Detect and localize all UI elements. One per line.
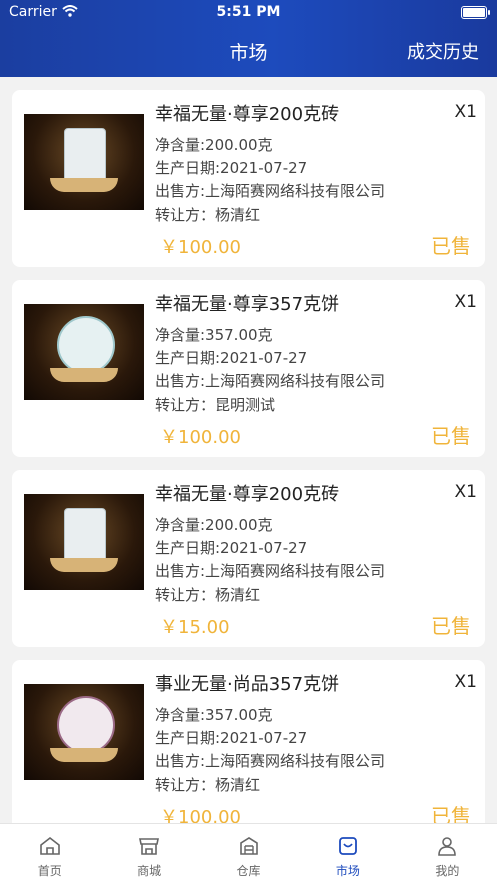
net-weight: 净含量:357.00克: [155, 706, 273, 724]
market-icon: [339, 837, 357, 855]
tab-label: 商城: [137, 864, 162, 878]
status-bar: Carrier 5:51 PM: [0, 4, 497, 22]
transferor: 转让方：杨清红: [155, 586, 261, 604]
tab-label: 仓库: [236, 864, 261, 878]
trade-history-button[interactable]: 成交历史: [407, 38, 479, 64]
production-date: 生产日期:2021-07-27: [155, 539, 308, 557]
top-bar: Carrier 5:51 PM 市场 成交历史: [0, 0, 497, 77]
transferor: 转让方：昆明测试: [155, 396, 276, 414]
product-name: 幸福无量·尊享200克砖: [155, 104, 340, 125]
tea-cake-image: [24, 684, 144, 780]
seller: 出售方:上海陌赛网络科技有限公司: [155, 752, 386, 770]
tab-warehouse[interactable]: 仓库: [199, 824, 298, 883]
market-list: 幸福无量·尊享200克砖 X1 净含量:200.00克 生产日期:2021-07…: [12, 90, 485, 850]
net-weight: 净含量:200.00克: [155, 516, 273, 534]
warehouse-icon: [239, 837, 258, 855]
list-item[interactable]: 幸福无量·尊享357克饼 X1 净含量:357.00克 生产日期:2021-07…: [12, 280, 485, 457]
tab-market[interactable]: 市场: [298, 824, 397, 883]
price: ￥100.00: [160, 427, 241, 448]
tab-home[interactable]: 首页: [0, 824, 99, 883]
shop-icon: [139, 838, 160, 855]
tab-label: 市场: [335, 864, 360, 878]
quantity: X1: [454, 482, 477, 502]
status-badge: 已售: [431, 424, 471, 448]
transferor: 转让方：杨清红: [155, 776, 261, 794]
price: ￥15.00: [160, 617, 230, 638]
product-name: 事业无量·尚品357克饼: [155, 674, 340, 695]
tab-label: 我的: [435, 864, 460, 878]
list-item[interactable]: 幸福无量·尊享200克砖 X1 净含量:200.00克 生产日期:2021-07…: [12, 90, 485, 267]
seller: 出售方:上海陌赛网络科技有限公司: [155, 562, 386, 580]
tea-cake-image: [24, 304, 144, 400]
tab-label: 首页: [37, 864, 62, 878]
status-badge: 已售: [431, 234, 471, 258]
seller: 出售方:上海陌赛网络科技有限公司: [155, 372, 386, 390]
list-item[interactable]: 事业无量·尚品357克饼 X1 净含量:357.00克 生产日期:2021-07…: [12, 660, 485, 837]
home-icon: [39, 836, 60, 855]
tab-profile[interactable]: 我的: [398, 824, 497, 883]
tea-brick-image: [24, 114, 144, 210]
user-icon: [438, 837, 457, 856]
status-time: 5:51 PM: [216, 4, 281, 20]
tab-bar: 首页 商城 仓库 市场 我的: [0, 823, 497, 883]
production-date: 生产日期:2021-07-27: [155, 159, 308, 177]
transferor: 转让方：杨清红: [155, 206, 261, 224]
quantity: X1: [454, 672, 477, 692]
list-item[interactable]: 幸福无量·尊享200克砖 X1 净含量:200.00克 生产日期:2021-07…: [12, 470, 485, 647]
product-name: 幸福无量·尊享357克饼: [155, 294, 340, 315]
tea-brick-image: [24, 494, 144, 590]
net-weight: 净含量:200.00克: [155, 136, 273, 154]
quantity: X1: [454, 292, 477, 312]
price: ￥100.00: [160, 237, 241, 258]
quantity: X1: [454, 102, 477, 122]
production-date: 生产日期:2021-07-27: [155, 349, 308, 367]
production-date: 生产日期:2021-07-27: [155, 729, 308, 747]
battery-icon: [461, 6, 490, 19]
status-badge: 已售: [431, 614, 471, 638]
tab-shop[interactable]: 商城: [99, 824, 198, 883]
net-weight: 净含量:357.00克: [155, 326, 273, 344]
seller: 出售方:上海陌赛网络科技有限公司: [155, 182, 386, 200]
product-name: 幸福无量·尊享200克砖: [155, 484, 340, 505]
